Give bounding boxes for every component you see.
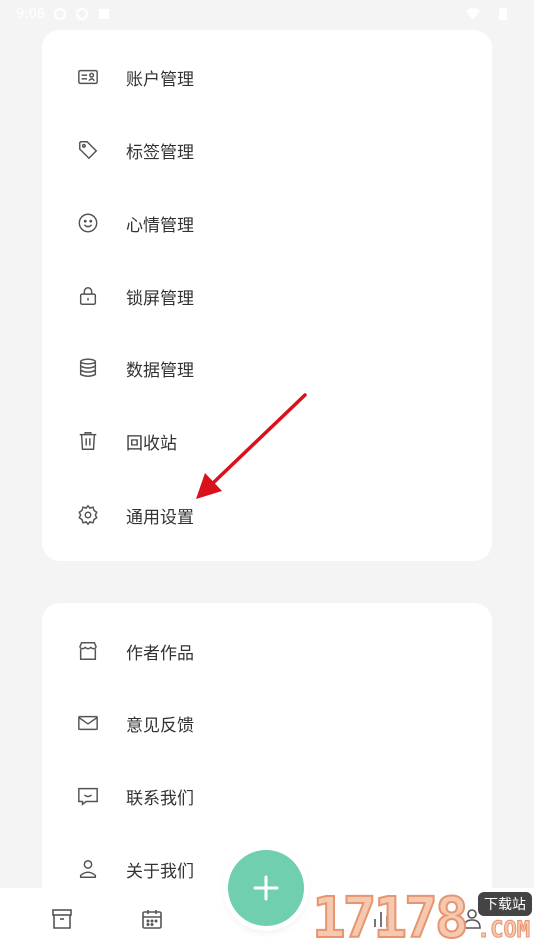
menu-item-data[interactable]: 数据管理 (42, 340, 492, 396)
plus-icon (253, 875, 279, 901)
archive-icon (52, 909, 72, 929)
menu-item-label: 关于我们 (126, 861, 194, 882)
menu-item-label: 作者作品 (126, 643, 194, 664)
store-icon (76, 639, 100, 663)
menu-item-label: 账户管理 (126, 69, 194, 90)
menu-item-feedback[interactable]: 意见反馈 (42, 695, 492, 751)
gear-icon (76, 503, 100, 527)
database-icon (76, 356, 100, 380)
tab-calendar[interactable] (139, 906, 165, 932)
add-button[interactable] (228, 850, 304, 926)
menu-item-label: 心情管理 (126, 215, 194, 236)
menu-item-author-works[interactable]: 作者作品 (42, 623, 492, 679)
tab-archive[interactable] (49, 906, 75, 932)
lock-icon (76, 284, 100, 308)
profile-icon (463, 909, 481, 929)
menu-item-label: 锁屏管理 (126, 288, 194, 309)
wifi-icon (466, 8, 480, 20)
menu-item-label: 意见反馈 (126, 715, 194, 736)
menu-item-recycle-bin[interactable]: 回收站 (42, 413, 492, 469)
menu-item-lock[interactable]: 锁屏管理 (42, 268, 492, 324)
sync-icon (54, 8, 67, 20)
notification-icon (99, 9, 110, 19)
chat-smile-icon (76, 784, 100, 808)
menu-item-contact-us[interactable]: 联系我们 (42, 768, 492, 824)
menu-item-label: 回收站 (126, 433, 177, 454)
status-time: 9:06 (16, 6, 46, 22)
sync-icon (76, 8, 89, 20)
battery-icon (499, 8, 507, 20)
tag-icon (76, 138, 100, 162)
chart-icon (374, 912, 388, 927)
menu-item-account[interactable]: 账户管理 (42, 49, 492, 105)
trash-icon (76, 429, 100, 453)
status-bar: 9:06 (0, 0, 534, 28)
menu-item-label: 通用设置 (126, 507, 194, 528)
person-icon (76, 857, 100, 881)
menu-item-mood[interactable]: 心情管理 (42, 195, 492, 251)
settings-card: 账户管理 标签管理 心情管理 锁屏管理 数据管理 回收站 通用设置 (42, 30, 492, 561)
menu-item-label: 数据管理 (126, 360, 194, 381)
smiley-icon (76, 211, 100, 235)
account-card-icon (76, 65, 100, 89)
menu-item-general-settings[interactable]: 通用设置 (42, 487, 492, 543)
calendar-icon (142, 910, 162, 929)
menu-item-label: 标签管理 (126, 142, 194, 163)
tab-profile[interactable] (459, 906, 485, 932)
tab-stats[interactable] (368, 906, 394, 932)
mail-icon (76, 711, 100, 735)
menu-item-label: 联系我们 (126, 788, 194, 809)
menu-item-tags[interactable]: 标签管理 (42, 122, 492, 178)
